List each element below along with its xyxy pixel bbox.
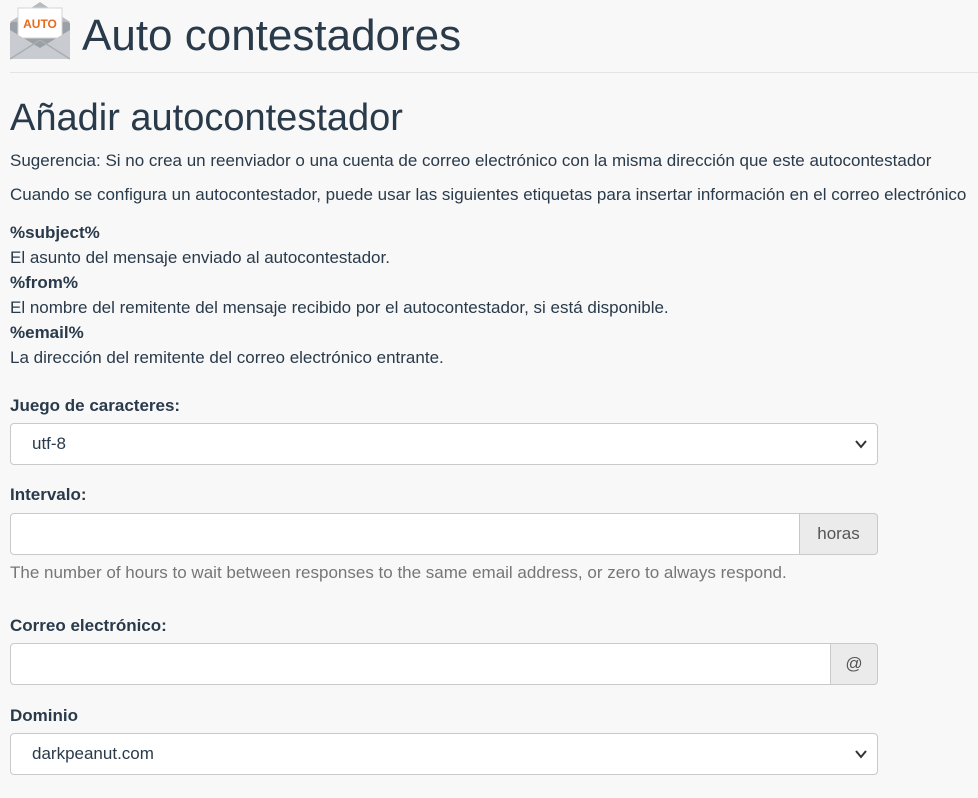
- charset-select-value: utf-8: [32, 434, 67, 453]
- chevron-down-icon: [855, 750, 867, 759]
- autoresponder-page: AUTO Auto contestadores Añadir autoconte…: [0, 0, 978, 798]
- section-title: Añadir autocontestador: [10, 97, 403, 139]
- charset-select[interactable]: utf-8: [10, 423, 878, 465]
- domain-select[interactable]: darkpeanut.com: [10, 733, 878, 775]
- interval-input-group: horas: [10, 513, 878, 555]
- email-input-group: @: [10, 643, 878, 685]
- tag-subject-name: %subject%: [10, 223, 100, 242]
- page-header: AUTO Auto contestadores: [9, 0, 978, 73]
- chevron-down-icon: [855, 440, 867, 449]
- tag-from-desc: El nombre del remitente del mensaje reci…: [10, 298, 669, 317]
- tag-from-name: %from%: [10, 273, 79, 292]
- at-sign-addon: @: [831, 643, 878, 685]
- tags-intro-text: Cuando se configura un autocontestador, …: [10, 185, 967, 204]
- autoresponder-envelope-icon: AUTO: [9, 0, 71, 60]
- tag-email-name: %email%: [10, 323, 84, 342]
- interval-label: Intervalo:: [10, 485, 87, 504]
- tag-email-desc: La dirección del remitente del correo el…: [10, 348, 444, 367]
- interval-unit-addon: horas: [800, 513, 878, 555]
- interval-help-text: The number of hours to wait between resp…: [10, 563, 787, 582]
- tag-subject-desc: El asunto del mensaje enviado al autocon…: [10, 248, 390, 267]
- tip-text: Sugerencia: Si no crea un reenviador o u…: [10, 151, 932, 170]
- domain-label: Dominio: [10, 706, 78, 725]
- charset-label: Juego de caracteres:: [10, 396, 181, 415]
- interval-input[interactable]: [10, 513, 800, 555]
- page-title: Auto contestadores: [82, 11, 462, 60]
- icon-badge-text: AUTO: [23, 17, 57, 31]
- email-label: Correo electrónico:: [10, 616, 167, 635]
- domain-select-value: darkpeanut.com: [32, 744, 154, 763]
- email-input[interactable]: [10, 643, 831, 685]
